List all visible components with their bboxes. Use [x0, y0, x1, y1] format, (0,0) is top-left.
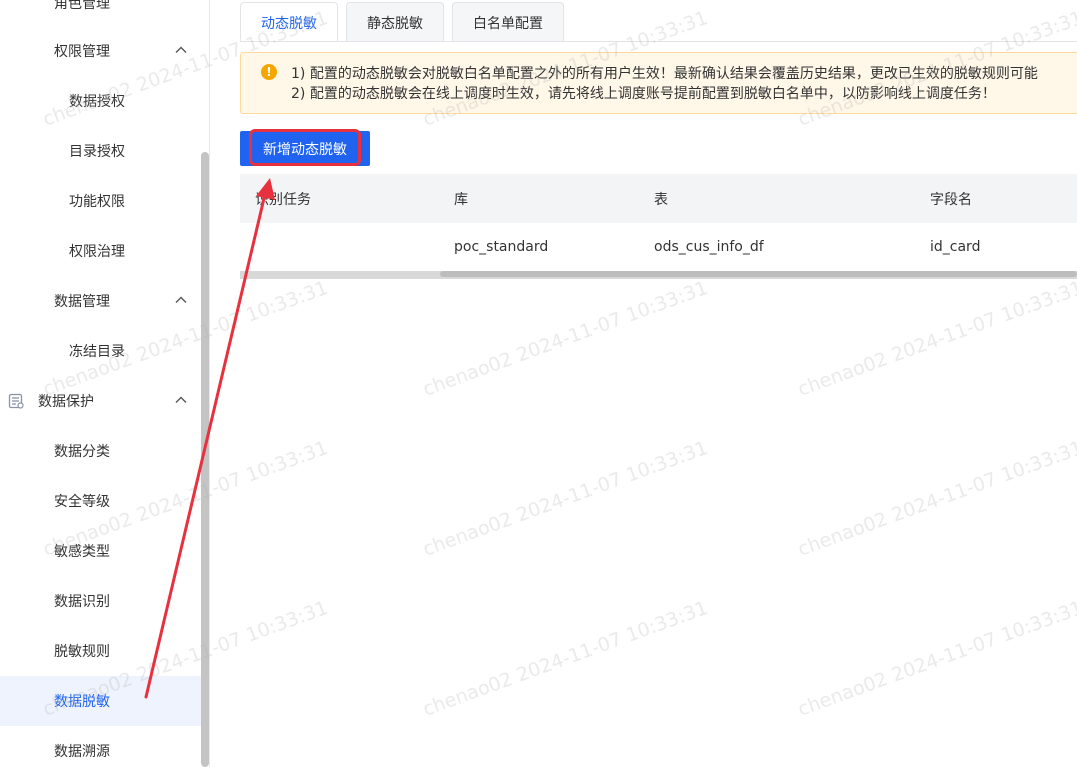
sidebar-item-data-masking[interactable]: 数据脱敏 [0, 676, 201, 726]
sidebar: 角色管理 权限管理 数据授权 目录授权 功能权限 权限治理 数据管理 冻结目录 … [0, 0, 210, 767]
sidebar-item-masking-rules[interactable]: 脱敏规则 [0, 626, 201, 676]
tab-bar: 动态脱敏 静态脱敏 白名单配置 [240, 2, 570, 42]
sidebar-item-label: 权限管理 [54, 44, 110, 60]
sidebar-item-label: 数据脱敏 [54, 694, 110, 710]
sidebar-item-label: 权限治理 [69, 244, 125, 260]
column-header-field: 字段名 [930, 191, 972, 208]
sidebar-item-data-authorization[interactable]: 数据授权 [0, 76, 201, 126]
alert-line-1: 1) 配置的动态脱敏会对脱敏白名单配置之外的所有用户生效！最新确认结果会覆盖历史… [291, 66, 1038, 82]
add-dynamic-masking-button[interactable]: 新增动态脱敏 [240, 131, 370, 166]
sidebar-item-frozen-catalog[interactable]: 冻结目录 [0, 326, 201, 376]
sidebar-item-data-protection[interactable]: 数据保护 [0, 376, 201, 426]
chevron-up-icon [175, 46, 187, 53]
sidebar-item-permission-governance[interactable]: 权限治理 [0, 226, 201, 276]
column-header-database: 库 [454, 191, 468, 208]
table-horizontal-scrollbar[interactable] [240, 271, 1077, 279]
sidebar-item-label: 冻结目录 [69, 344, 125, 360]
sidebar-item-label: 数据识别 [54, 594, 110, 610]
sidebar-item-label: 数据分类 [54, 444, 110, 460]
cell-table: ods_cus_info_df [654, 239, 764, 255]
sidebar-item-label: 数据保护 [38, 394, 94, 410]
tab-label: 白名单配置 [473, 15, 543, 32]
chevron-up-icon [175, 396, 187, 403]
alert-line-2: 2) 配置的动态脱敏会在线上调度时生效，请先将线上调度账号提前配置到脱敏白名单中… [291, 86, 996, 102]
tab-label: 动态脱敏 [261, 15, 317, 32]
cell-database: poc_standard [454, 239, 549, 255]
tab-dynamic-masking[interactable]: 动态脱敏 [240, 2, 338, 42]
tab-whitelist-config[interactable]: 白名单配置 [452, 2, 564, 42]
sidebar-item-data-identification[interactable]: 数据识别 [0, 576, 201, 626]
table-header: 识别任务 库 表 字段名 [240, 174, 1077, 223]
table-row[interactable]: poc_standard ods_cus_info_df id_card [240, 223, 1077, 272]
sidebar-item-function-permission[interactable]: 功能权限 [0, 176, 201, 226]
sidebar-item-label: 数据管理 [54, 294, 110, 310]
chevron-up-icon [175, 296, 187, 303]
column-header-table: 表 [654, 191, 668, 208]
warning-alert: ! 1) 配置的动态脱敏会对脱敏白名单配置之外的所有用户生效！最新确认结果会覆盖… [240, 52, 1077, 114]
main-content: 动态脱敏 静态脱敏 白名单配置 ! 1) 配置的动态脱敏会对脱敏白名单配置之外的… [211, 0, 1077, 767]
sidebar-item-security-level[interactable]: 安全等级 [0, 476, 201, 526]
tab-divider [240, 41, 1077, 42]
tab-label: 静态脱敏 [367, 15, 423, 32]
sidebar-item-data-management[interactable]: 数据管理 [0, 276, 201, 326]
sidebar-item-label: 目录授权 [69, 144, 125, 160]
sidebar-item-label: 脱敏规则 [54, 644, 110, 660]
sidebar-item-label: 角色管理 [54, 0, 110, 12]
column-header-task: 识别任务 [255, 191, 311, 208]
sidebar-item-data-lineage[interactable]: 数据溯源 [0, 726, 201, 767]
sidebar-scrollbar[interactable] [201, 152, 209, 767]
scrollbar-thumb[interactable] [440, 271, 1077, 277]
sidebar-item-permission-management[interactable]: 权限管理 [0, 26, 201, 76]
sidebar-item-sensitive-type[interactable]: 敏感类型 [0, 526, 201, 576]
sidebar-item-label: 数据溯源 [54, 744, 110, 760]
masking-table: 识别任务 库 表 字段名 poc_standard ods_cus_info_d… [240, 174, 1077, 272]
sidebar-item-label: 数据授权 [69, 94, 125, 110]
tab-static-masking[interactable]: 静态脱敏 [346, 2, 444, 42]
document-list-icon [8, 393, 24, 409]
sidebar-item-label: 敏感类型 [54, 544, 110, 560]
sidebar-item-catalog-authorization[interactable]: 目录授权 [0, 126, 201, 176]
cell-field: id_card [930, 239, 981, 255]
sidebar-item-role-management[interactable]: 角色管理 [0, 0, 201, 28]
sidebar-item-label: 功能权限 [69, 194, 125, 210]
warning-icon: ! [261, 64, 277, 80]
sidebar-item-label: 安全等级 [54, 494, 110, 510]
sidebar-item-data-classification[interactable]: 数据分类 [0, 426, 201, 476]
